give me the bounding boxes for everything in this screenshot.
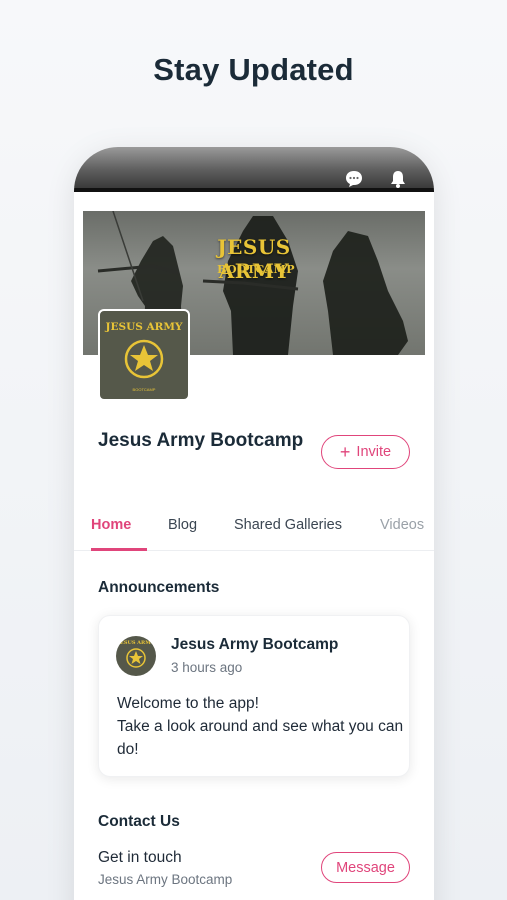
plus-icon: + [339, 442, 351, 462]
logo-subtitle: BOOTCAMP [132, 387, 156, 392]
bell-icon[interactable] [388, 169, 408, 189]
contact-subtext: Jesus Army Bootcamp [98, 872, 233, 887]
active-tab-indicator [91, 548, 147, 551]
invite-button[interactable]: + Invite [321, 435, 410, 469]
post-body: Welcome to the app! Take a look around a… [117, 692, 407, 761]
announcement-card[interactable]: JESUS ARMY Jesus Army Bootcamp 3 hours a… [98, 615, 410, 777]
post-time: 3 hours ago [171, 660, 243, 675]
star-emblem-icon [126, 648, 146, 668]
avatar: JESUS ARMY [116, 636, 156, 676]
logo-title: JESUS ARMY [105, 321, 183, 333]
message-button[interactable]: Message [321, 852, 410, 883]
tab-home[interactable]: Home [91, 517, 131, 533]
tab-blog[interactable]: Blog [168, 517, 197, 533]
star-emblem-icon [124, 339, 164, 379]
invite-label: Invite [356, 444, 392, 460]
contact-title: Contact Us [98, 813, 180, 830]
tab-bar: Home Blog Shared Galleries Videos [74, 507, 434, 551]
post-author: Jesus Army Bootcamp [171, 636, 339, 653]
group-title: Jesus Army Bootcamp [98, 430, 304, 451]
chat-bubble-icon[interactable] [344, 169, 364, 189]
app-top-bar [74, 147, 434, 192]
post-line-1: Welcome to the app! [117, 695, 259, 712]
announcements-title: Announcements [98, 579, 220, 596]
post-line-2: Take a look around and see what you can … [117, 718, 404, 758]
page-headline: Stay Updated [153, 52, 354, 87]
tab-videos[interactable]: Videos [380, 517, 424, 533]
phone-frame: JESUS ARMY BOOTCAMP JESUS ARMY BOOTCAMP … [74, 147, 434, 900]
contact-text: Get in touch [98, 849, 182, 866]
tab-shared-galleries[interactable]: Shared Galleries [234, 517, 342, 533]
cover-subtitle: BOOTCAMP [217, 263, 295, 276]
avatar-logo-text: JESUS ARMY [117, 640, 155, 646]
group-logo: JESUS ARMY BOOTCAMP [98, 309, 190, 401]
